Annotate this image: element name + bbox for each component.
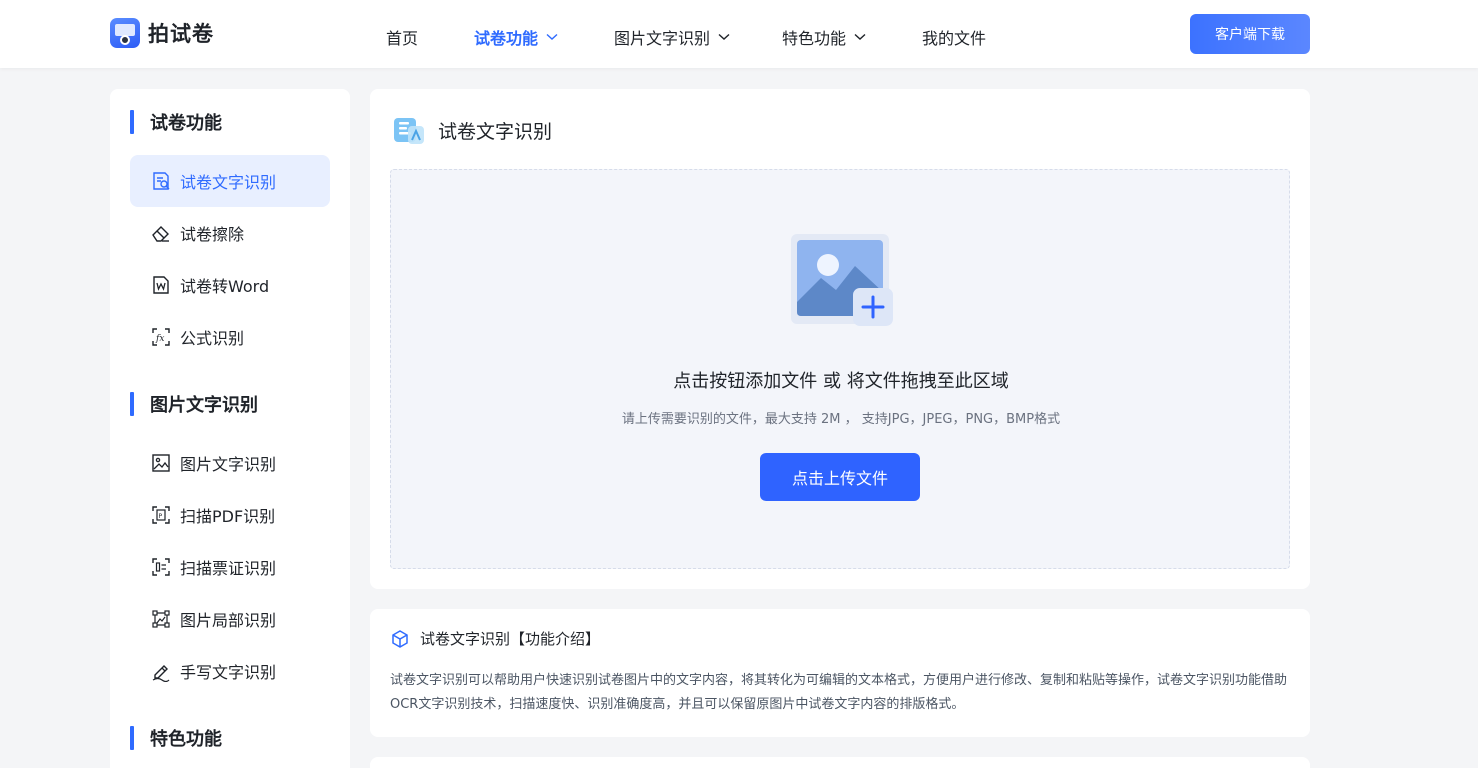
svg-text:P: P [159, 513, 163, 520]
eraser-icon [152, 226, 169, 242]
upload-panel: 试卷文字识别 点击按钮添加文件 或 将文件拖拽至此区域 请上传需要识别的文件，最… [370, 89, 1310, 589]
next-card [370, 757, 1310, 768]
sidebar: 试卷功能 试卷文字识别 试卷擦除 试卷转Word fx 公式识别 图片文字识别 … [110, 89, 350, 768]
sidebar-item-label: 试卷擦除 [180, 225, 245, 244]
nav-home-label: 首页 [386, 29, 419, 48]
sidebar-item-handwriting-ocr[interactable]: 手写文字识别 [130, 645, 330, 697]
sidebar-item-exam-erase[interactable]: 试卷擦除 [130, 207, 330, 259]
word-doc-icon [153, 276, 169, 294]
pdf-scan-icon: P [152, 506, 170, 524]
nav-exam-functions-label: 试卷功能 [474, 29, 539, 48]
exam-ocr-icon [153, 172, 170, 190]
sidebar-item-exam-ocr[interactable]: 试卷文字识别 [130, 155, 330, 207]
nav-image-ocr-label: 图片文字识别 [614, 29, 711, 48]
sidebar-item-id-scan[interactable]: 扫描票证识别 [130, 541, 330, 593]
client-download-button[interactable]: 客户端下载 [1190, 14, 1310, 54]
nav-home[interactable]: 首页 [386, 25, 418, 49]
file-dropzone[interactable]: 点击按钮添加文件 或 将文件拖拽至此区域 请上传需要识别的文件，最大支持 2M … [390, 169, 1290, 569]
nav-my-files[interactable]: 我的文件 [922, 25, 986, 49]
add-image-icon [791, 234, 893, 326]
sidebar-section-title: 图片文字识别 [130, 391, 258, 417]
panel-title: 试卷文字识别 [438, 120, 553, 143]
sidebar-item-partial-ocr[interactable]: 图片局部识别 [130, 593, 330, 645]
nav-my-files-label: 我的文件 [922, 29, 987, 48]
top-header: 拍试卷 首页 试卷功能 图片文字识别 特色功能 我的文件 客户端下载 [0, 0, 1478, 68]
exam-ocr-feature-icon [394, 118, 424, 144]
nav-image-ocr[interactable]: 图片文字识别 [614, 25, 730, 49]
camera-logo-icon [110, 18, 140, 48]
sidebar-item-image-ocr[interactable]: 图片文字识别 [130, 437, 330, 489]
chevron-down-icon [854, 33, 866, 40]
image-icon [152, 454, 170, 472]
cube-icon [392, 629, 408, 648]
id-card-scan-icon [152, 558, 170, 576]
sidebar-section-title: 特色功能 [130, 725, 222, 751]
dropzone-hint: 请上传需要识别的文件，最大支持 2M ， 支持JPG，JPEG，PNG，BMP格… [621, 412, 1061, 427]
nav-special-features-label: 特色功能 [782, 29, 847, 48]
sidebar-item-pdf-scan[interactable]: P 扫描PDF识别 [130, 489, 330, 541]
formula-icon: fx [152, 328, 170, 346]
sidebar-item-label: 试卷转Word [180, 277, 270, 296]
intro-title: 试卷文字识别【功能介绍】 [420, 630, 601, 648]
feature-intro-card: 试卷文字识别【功能介绍】 试卷文字识别可以帮助用户快速识别试卷图片中的文字内容，… [370, 609, 1310, 737]
sidebar-item-label: 试卷文字识别 [180, 173, 277, 192]
sidebar-item-label: 扫描PDF识别 [180, 507, 276, 526]
handwriting-icon [152, 665, 170, 682]
panel-header: 试卷文字识别 [390, 113, 552, 147]
sidebar-item-label: 图片局部识别 [180, 611, 277, 630]
dropzone-instruction: 点击按钮添加文件 或 将文件拖拽至此区域 [673, 371, 1009, 392]
sidebar-item-label: 扫描票证识别 [180, 559, 277, 578]
sidebar-item-label: 手写文字识别 [180, 663, 277, 682]
sidebar-item-label: 公式识别 [180, 329, 245, 348]
sidebar-item-formula-ocr[interactable]: fx 公式识别 [130, 311, 330, 363]
sidebar-section-title: 试卷功能 [130, 109, 222, 135]
intro-header: 试卷文字识别【功能介绍】 [390, 628, 600, 649]
crop-icon [152, 610, 170, 628]
sidebar-item-label: 图片文字识别 [180, 455, 277, 474]
upload-file-button[interactable]: 点击上传文件 [760, 453, 920, 501]
nav-special-features[interactable]: 特色功能 [782, 25, 866, 49]
intro-description: 试卷文字识别可以帮助用户快速识别试卷图片中的文字内容，将其转化为可编辑的文本格式… [390, 673, 1288, 712]
sidebar-item-exam-to-word[interactable]: 试卷转Word [130, 259, 330, 311]
chevron-down-icon [546, 33, 558, 40]
logo-text: 拍试卷 [148, 22, 214, 46]
svg-text:fx: fx [155, 334, 164, 344]
chevron-down-icon [718, 33, 730, 40]
nav-exam-functions[interactable]: 试卷功能 [474, 25, 558, 49]
logo[interactable]: 拍试卷 [110, 18, 214, 48]
